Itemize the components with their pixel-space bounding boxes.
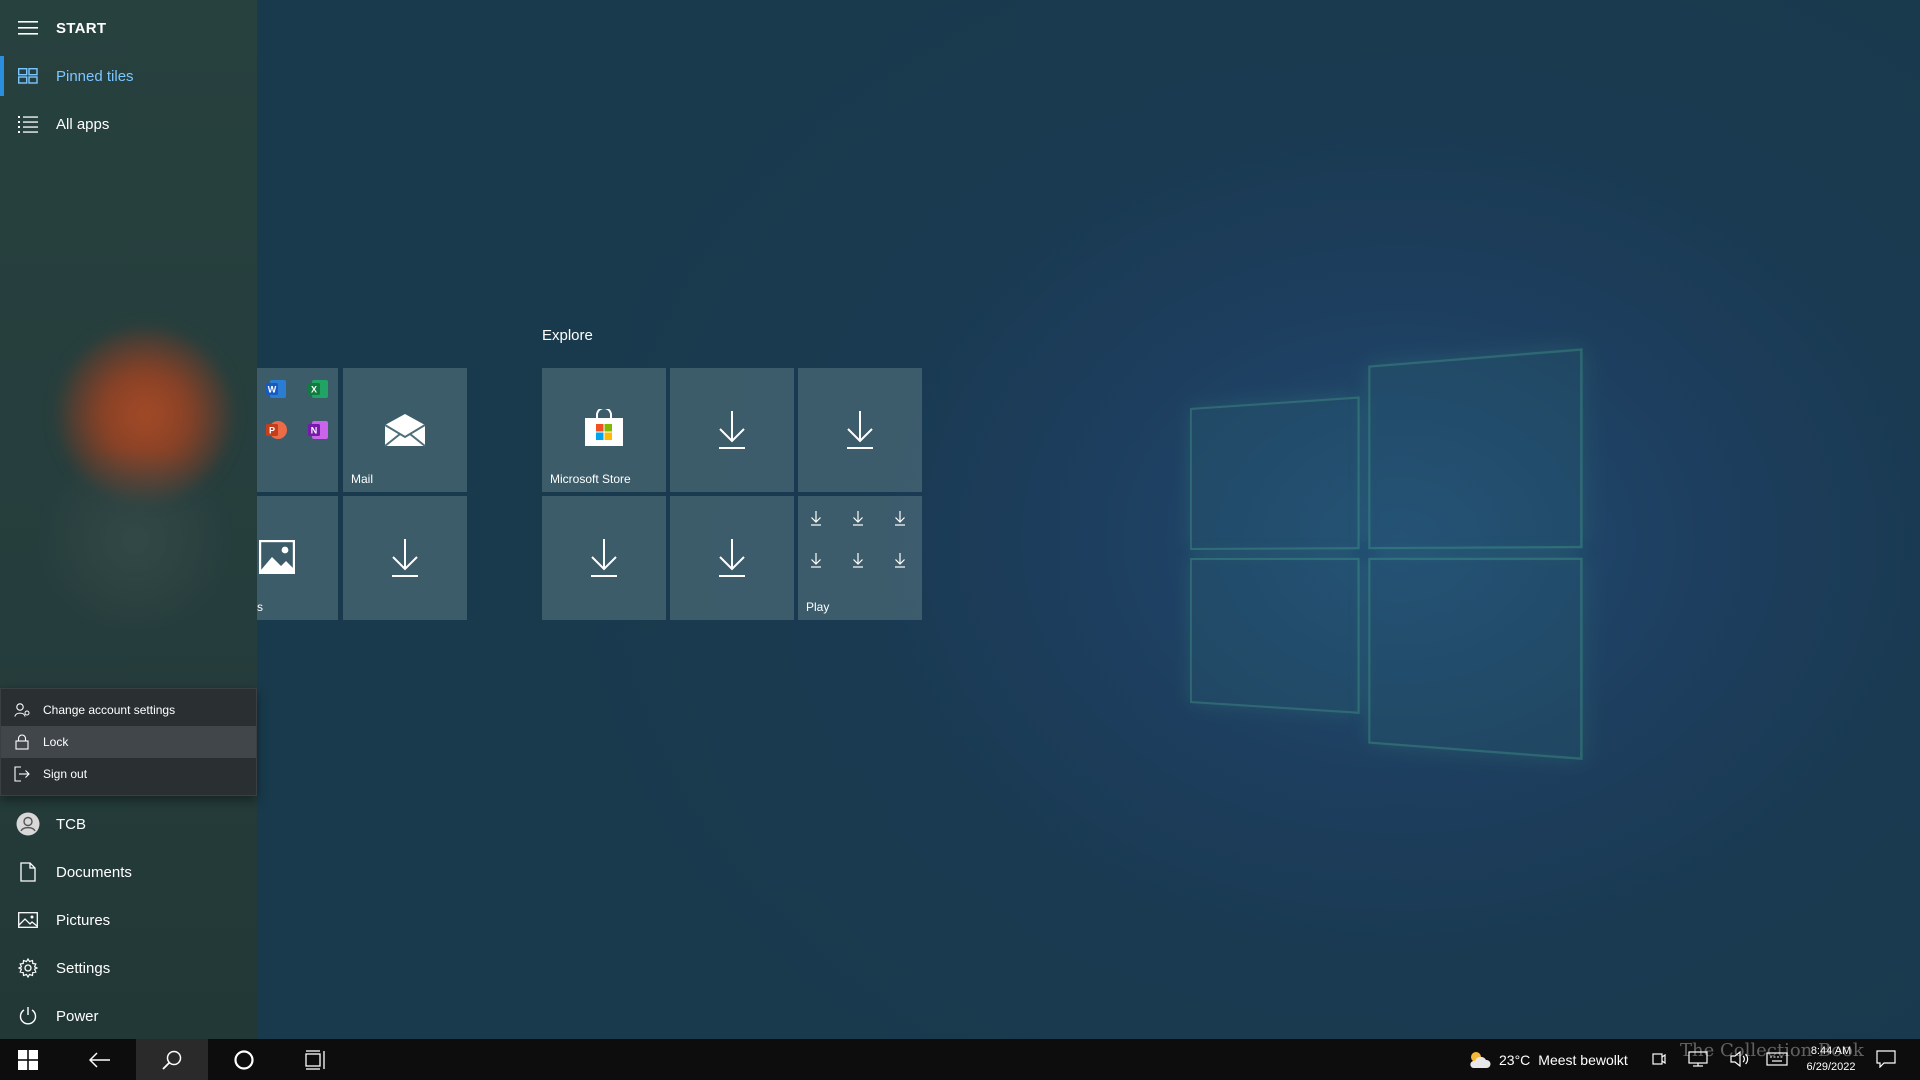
- desktop-windows-logo: [1190, 348, 1583, 771]
- tile-label: Microsoft Store: [550, 472, 631, 486]
- svg-text:W: W: [268, 385, 277, 395]
- settings-label: Settings: [56, 959, 111, 977]
- download-arrow-icon: [798, 368, 922, 492]
- hamburger-menu-icon[interactable]: [0, 21, 56, 35]
- change-account-settings-item[interactable]: Change account settings: [1, 694, 256, 726]
- weather-temp: 23°C: [1499, 1051, 1531, 1068]
- power-icon: [0, 1006, 56, 1026]
- cloudy-weather-icon: [1470, 1051, 1491, 1068]
- svg-text:N: N: [311, 426, 318, 436]
- nav-label: Pinned tiles: [56, 67, 134, 85]
- back-arrow-icon: [89, 1051, 110, 1068]
- sign-out-item[interactable]: Sign out: [1, 758, 256, 790]
- list-icon: [0, 115, 56, 133]
- start-button[interactable]: [0, 1039, 56, 1080]
- mini-download-icon: [853, 511, 863, 526]
- account-settings-icon: [1, 702, 43, 718]
- pending-download-tile[interactable]: [343, 496, 467, 620]
- action-center-button[interactable]: [1876, 1050, 1896, 1068]
- gear-icon: [0, 958, 56, 978]
- weather-widget[interactable]: 23°C Meest bewolkt: [1467, 1039, 1628, 1080]
- download-arrow-icon: [670, 368, 794, 492]
- nav-all-apps[interactable]: All apps: [0, 102, 257, 146]
- mini-download-icon: [853, 553, 863, 568]
- sign-out-icon: [1, 766, 43, 782]
- group-label-explore[interactable]: Explore: [542, 327, 593, 344]
- nav-label: All apps: [56, 115, 110, 133]
- office-tile[interactable]: W X P N: [257, 368, 338, 492]
- word-icon: W: [265, 378, 287, 400]
- taskbar: 23°C Meest bewolkt 8:44 AM 6/29/2022: [0, 1039, 1920, 1080]
- notification-icon: [1876, 1050, 1896, 1068]
- play-mini-icons: [810, 510, 936, 568]
- tiles-icon: [0, 68, 56, 84]
- tile-label: Mail: [351, 472, 374, 486]
- task-view-button[interactable]: [280, 1039, 352, 1080]
- power-label: Power: [56, 1007, 99, 1025]
- weather-desc: Meest bewolkt: [1538, 1051, 1628, 1068]
- user-avatar-icon: [0, 812, 56, 836]
- user-account[interactable]: TCB: [0, 802, 257, 846]
- documents-link[interactable]: Documents: [0, 850, 257, 894]
- tile-label: Play: [806, 600, 830, 614]
- download-arrow-icon: [542, 496, 666, 620]
- play-folder-tile[interactable]: Play: [798, 496, 922, 620]
- pictures-icon: [0, 912, 56, 928]
- svg-text:P: P: [269, 426, 275, 436]
- mini-download-icon: [895, 511, 905, 526]
- mini-download-icon: [811, 511, 821, 526]
- power-button[interactable]: Power: [0, 994, 257, 1038]
- microsoft-store-tile[interactable]: Microsoft Store: [542, 368, 666, 492]
- svg-text:X: X: [311, 385, 317, 395]
- nav-pinned-tiles[interactable]: Pinned tiles: [0, 54, 257, 98]
- download-arrow-icon: [670, 496, 794, 620]
- powerpoint-icon: P: [265, 419, 287, 441]
- account-context-menu: Change account settings Lock Sign out: [0, 688, 257, 796]
- start-sidebar: START Pinned tiles All apps TCB Document…: [0, 0, 257, 1039]
- pictures-label: Pictures: [56, 911, 111, 929]
- meet-now-icon[interactable]: [1652, 1051, 1666, 1067]
- back-button[interactable]: [64, 1039, 136, 1080]
- photos-tile[interactable]: s: [257, 496, 338, 620]
- menu-item-label: Lock: [43, 735, 69, 749]
- photos-icon: [259, 540, 295, 574]
- mail-tile[interactable]: Mail: [343, 368, 467, 492]
- pending-download-tile[interactable]: [670, 496, 794, 620]
- excel-icon: X: [307, 378, 329, 400]
- lock-item[interactable]: Lock: [1, 726, 256, 758]
- search-button[interactable]: [136, 1039, 208, 1080]
- menu-item-label: Sign out: [43, 767, 88, 781]
- task-view-icon: [305, 1049, 325, 1070]
- download-arrow-icon: [343, 496, 467, 620]
- onenote-icon: N: [307, 419, 329, 441]
- lock-icon: [1, 734, 43, 750]
- mini-download-icon: [811, 553, 821, 568]
- search-icon: [162, 1050, 182, 1070]
- mini-download-icon: [895, 553, 905, 568]
- clock-date: 6/29/2022: [1806, 1061, 1856, 1073]
- watermark-text: The Collection Book: [1680, 1040, 1864, 1061]
- pictures-link[interactable]: Pictures: [0, 898, 257, 942]
- document-icon: [0, 862, 56, 882]
- cortana-button[interactable]: [208, 1039, 280, 1080]
- settings-link[interactable]: Settings: [0, 946, 257, 990]
- start-header[interactable]: START: [0, 6, 257, 50]
- pending-download-tile[interactable]: [798, 368, 922, 492]
- menu-item-label: Change account settings: [43, 703, 176, 717]
- pending-download-tile[interactable]: [542, 496, 666, 620]
- start-title: START: [56, 19, 107, 37]
- documents-label: Documents: [56, 863, 132, 881]
- user-name: TCB: [56, 815, 86, 833]
- windows-start-icon: [18, 1049, 38, 1070]
- pending-download-tile[interactable]: [670, 368, 794, 492]
- tile-label: s: [257, 600, 263, 614]
- cortana-icon: [234, 1049, 254, 1070]
